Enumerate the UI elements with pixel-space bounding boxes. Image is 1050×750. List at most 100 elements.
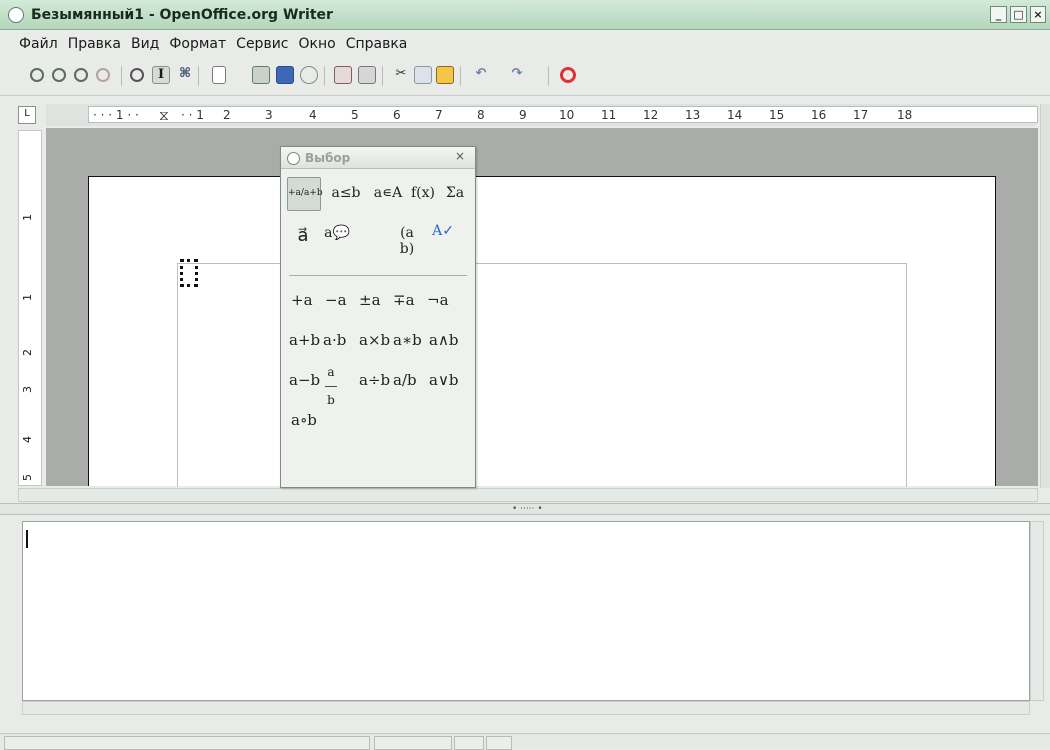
toolbar: I ⌘ ✂ ↶ ↷	[0, 58, 1050, 96]
symbol-fraction[interactable]: a ― b	[325, 365, 337, 407]
text-caret	[26, 530, 28, 548]
status-cell	[374, 736, 452, 750]
symbol-a-times-b[interactable]: a×b	[359, 331, 390, 349]
cut-icon[interactable]: ✂	[392, 66, 410, 84]
minimize-button[interactable]: _	[990, 6, 1007, 23]
menu-format[interactable]: Формат	[164, 32, 231, 52]
ruler-label: 10	[559, 108, 575, 122]
menu-window[interactable]: Окно	[294, 32, 341, 52]
symbol-minus-a[interactable]: −a	[325, 291, 347, 309]
selection-panel[interactable]: Выбор × +a/a+b a≤b a∊A f(x) Σa a⃗ a💬 (a …	[280, 146, 476, 488]
maximize-button[interactable]: □	[1010, 6, 1027, 23]
indent-marker-icon[interactable]: ⧖	[159, 108, 169, 122]
toolbar-separator	[548, 66, 549, 86]
selection-close-button[interactable]: ×	[452, 149, 468, 165]
formula-placeholder[interactable]	[180, 259, 198, 287]
symbol-a-minus-b[interactable]: a−b	[289, 371, 320, 389]
document-vertical-scrollbar[interactable]	[1040, 104, 1050, 488]
ruler-label: 6	[393, 108, 401, 122]
update-icon[interactable]	[130, 68, 144, 82]
ruler-label: 16	[811, 108, 827, 122]
ruler-label: 12	[643, 108, 659, 122]
category-relations[interactable]: a≤b	[327, 185, 365, 215]
paste-icon[interactable]	[436, 66, 454, 84]
title-bar: Безымянный1 - OpenOffice.org Writer _ □ …	[0, 0, 1050, 30]
ruler-label: 15	[769, 108, 785, 122]
category-operators[interactable]: Σa	[441, 185, 469, 215]
symbol-a-slash-b[interactable]: a/b	[393, 371, 417, 389]
category-unary-binary[interactable]: +a/a+b	[287, 177, 323, 211]
horizontal-ruler: · · · 1 · · ⧖ · · 1 2 3 4 5 6 7 8 9 10 1…	[46, 104, 1038, 126]
symbol-a-div-b[interactable]: a÷b	[359, 371, 390, 389]
symbol-a-ast-b[interactable]: a∗b	[393, 331, 422, 349]
symbol-plusminus-a[interactable]: ±a	[359, 291, 381, 309]
zoom-out-icon[interactable]	[52, 68, 66, 82]
category-functions[interactable]: f(x)	[407, 185, 439, 215]
close-button[interactable]: ×	[1030, 6, 1046, 23]
page[interactable]	[88, 176, 996, 487]
formula-cursor-icon[interactable]: I	[152, 66, 170, 84]
tab-stop-selector[interactable]: L	[18, 106, 36, 124]
splitter[interactable]: • ····· •	[0, 503, 1050, 515]
category-brackets[interactable]: (a b)	[393, 225, 421, 257]
ruler-label: 5	[351, 108, 359, 122]
status-cell	[4, 736, 370, 750]
print-icon[interactable]	[358, 66, 376, 84]
document-horizontal-scrollbar[interactable]	[18, 488, 1038, 502]
ruler-label: 9	[519, 108, 527, 122]
symbol-a-or-b[interactable]: a∨b	[429, 371, 459, 389]
category-formats[interactable]: A✓	[427, 223, 459, 253]
ruler-label: · · 1	[181, 108, 204, 122]
document-area[interactable]	[46, 128, 1038, 487]
zoom-100-icon[interactable]	[74, 68, 88, 82]
selection-divider	[289, 275, 467, 276]
category-others[interactable]: a💬	[323, 225, 351, 255]
vertical-ruler: 1 1 2 3 4 5	[18, 130, 42, 486]
menu-tools[interactable]: Сервис	[231, 32, 293, 52]
symbols-icon[interactable]: ⌘	[176, 66, 194, 84]
symbol-minusplus-a[interactable]: ∓a	[393, 291, 415, 309]
undo-icon[interactable]: ↶	[472, 66, 490, 84]
symbol-a-dot-b[interactable]: a·b	[323, 331, 346, 349]
menu-help[interactable]: Справка	[341, 32, 413, 52]
export-pdf-icon[interactable]	[334, 66, 352, 84]
ruler-label: 4	[309, 108, 317, 122]
status-cell	[486, 736, 512, 750]
vruler-label: 1	[21, 214, 34, 221]
formula-command-input[interactable]	[22, 521, 1030, 701]
command-vertical-scrollbar[interactable]	[1030, 521, 1044, 701]
symbol-not-a[interactable]: ¬a	[427, 291, 449, 309]
menu-edit[interactable]: Правка	[63, 32, 126, 52]
toolbar-separator	[460, 66, 461, 86]
selection-panel-icon	[287, 152, 300, 165]
toolbar-separator	[121, 66, 122, 86]
status-bar	[0, 733, 1050, 750]
open-icon[interactable]	[252, 66, 270, 84]
vruler-label: 1	[21, 294, 34, 301]
show-all-icon[interactable]	[96, 68, 110, 82]
help-icon[interactable]	[560, 67, 576, 83]
toolbar-separator	[324, 66, 325, 86]
symbol-a-plus-b[interactable]: a+b	[289, 331, 320, 349]
ruler-label: 13	[685, 108, 701, 122]
email-icon[interactable]	[300, 66, 318, 84]
symbol-a-and-b[interactable]: a∧b	[429, 331, 459, 349]
menu-file[interactable]: Файл	[14, 32, 63, 52]
copy-icon[interactable]	[414, 66, 432, 84]
new-icon[interactable]	[212, 66, 226, 84]
category-attributes[interactable]: a⃗	[291, 225, 315, 255]
selection-title-bar[interactable]: Выбор ×	[281, 147, 475, 169]
symbol-a-circ-b[interactable]: a∘b	[291, 411, 317, 429]
save-icon[interactable]	[276, 66, 294, 84]
vruler-label: 4	[21, 436, 34, 443]
category-set-operations[interactable]: a∊A	[369, 185, 407, 215]
command-horizontal-scrollbar[interactable]	[22, 701, 1030, 715]
redo-icon[interactable]: ↷	[508, 66, 526, 84]
splitter-grip-icon[interactable]: • ····· •	[512, 504, 543, 514]
ruler-label: 18	[897, 108, 913, 122]
zoom-in-icon[interactable]	[30, 68, 44, 82]
ruler-label: 14	[727, 108, 743, 122]
symbol-plus-a[interactable]: +a	[291, 291, 313, 309]
ruler-label: 2	[223, 108, 231, 122]
menu-view[interactable]: Вид	[126, 32, 164, 52]
